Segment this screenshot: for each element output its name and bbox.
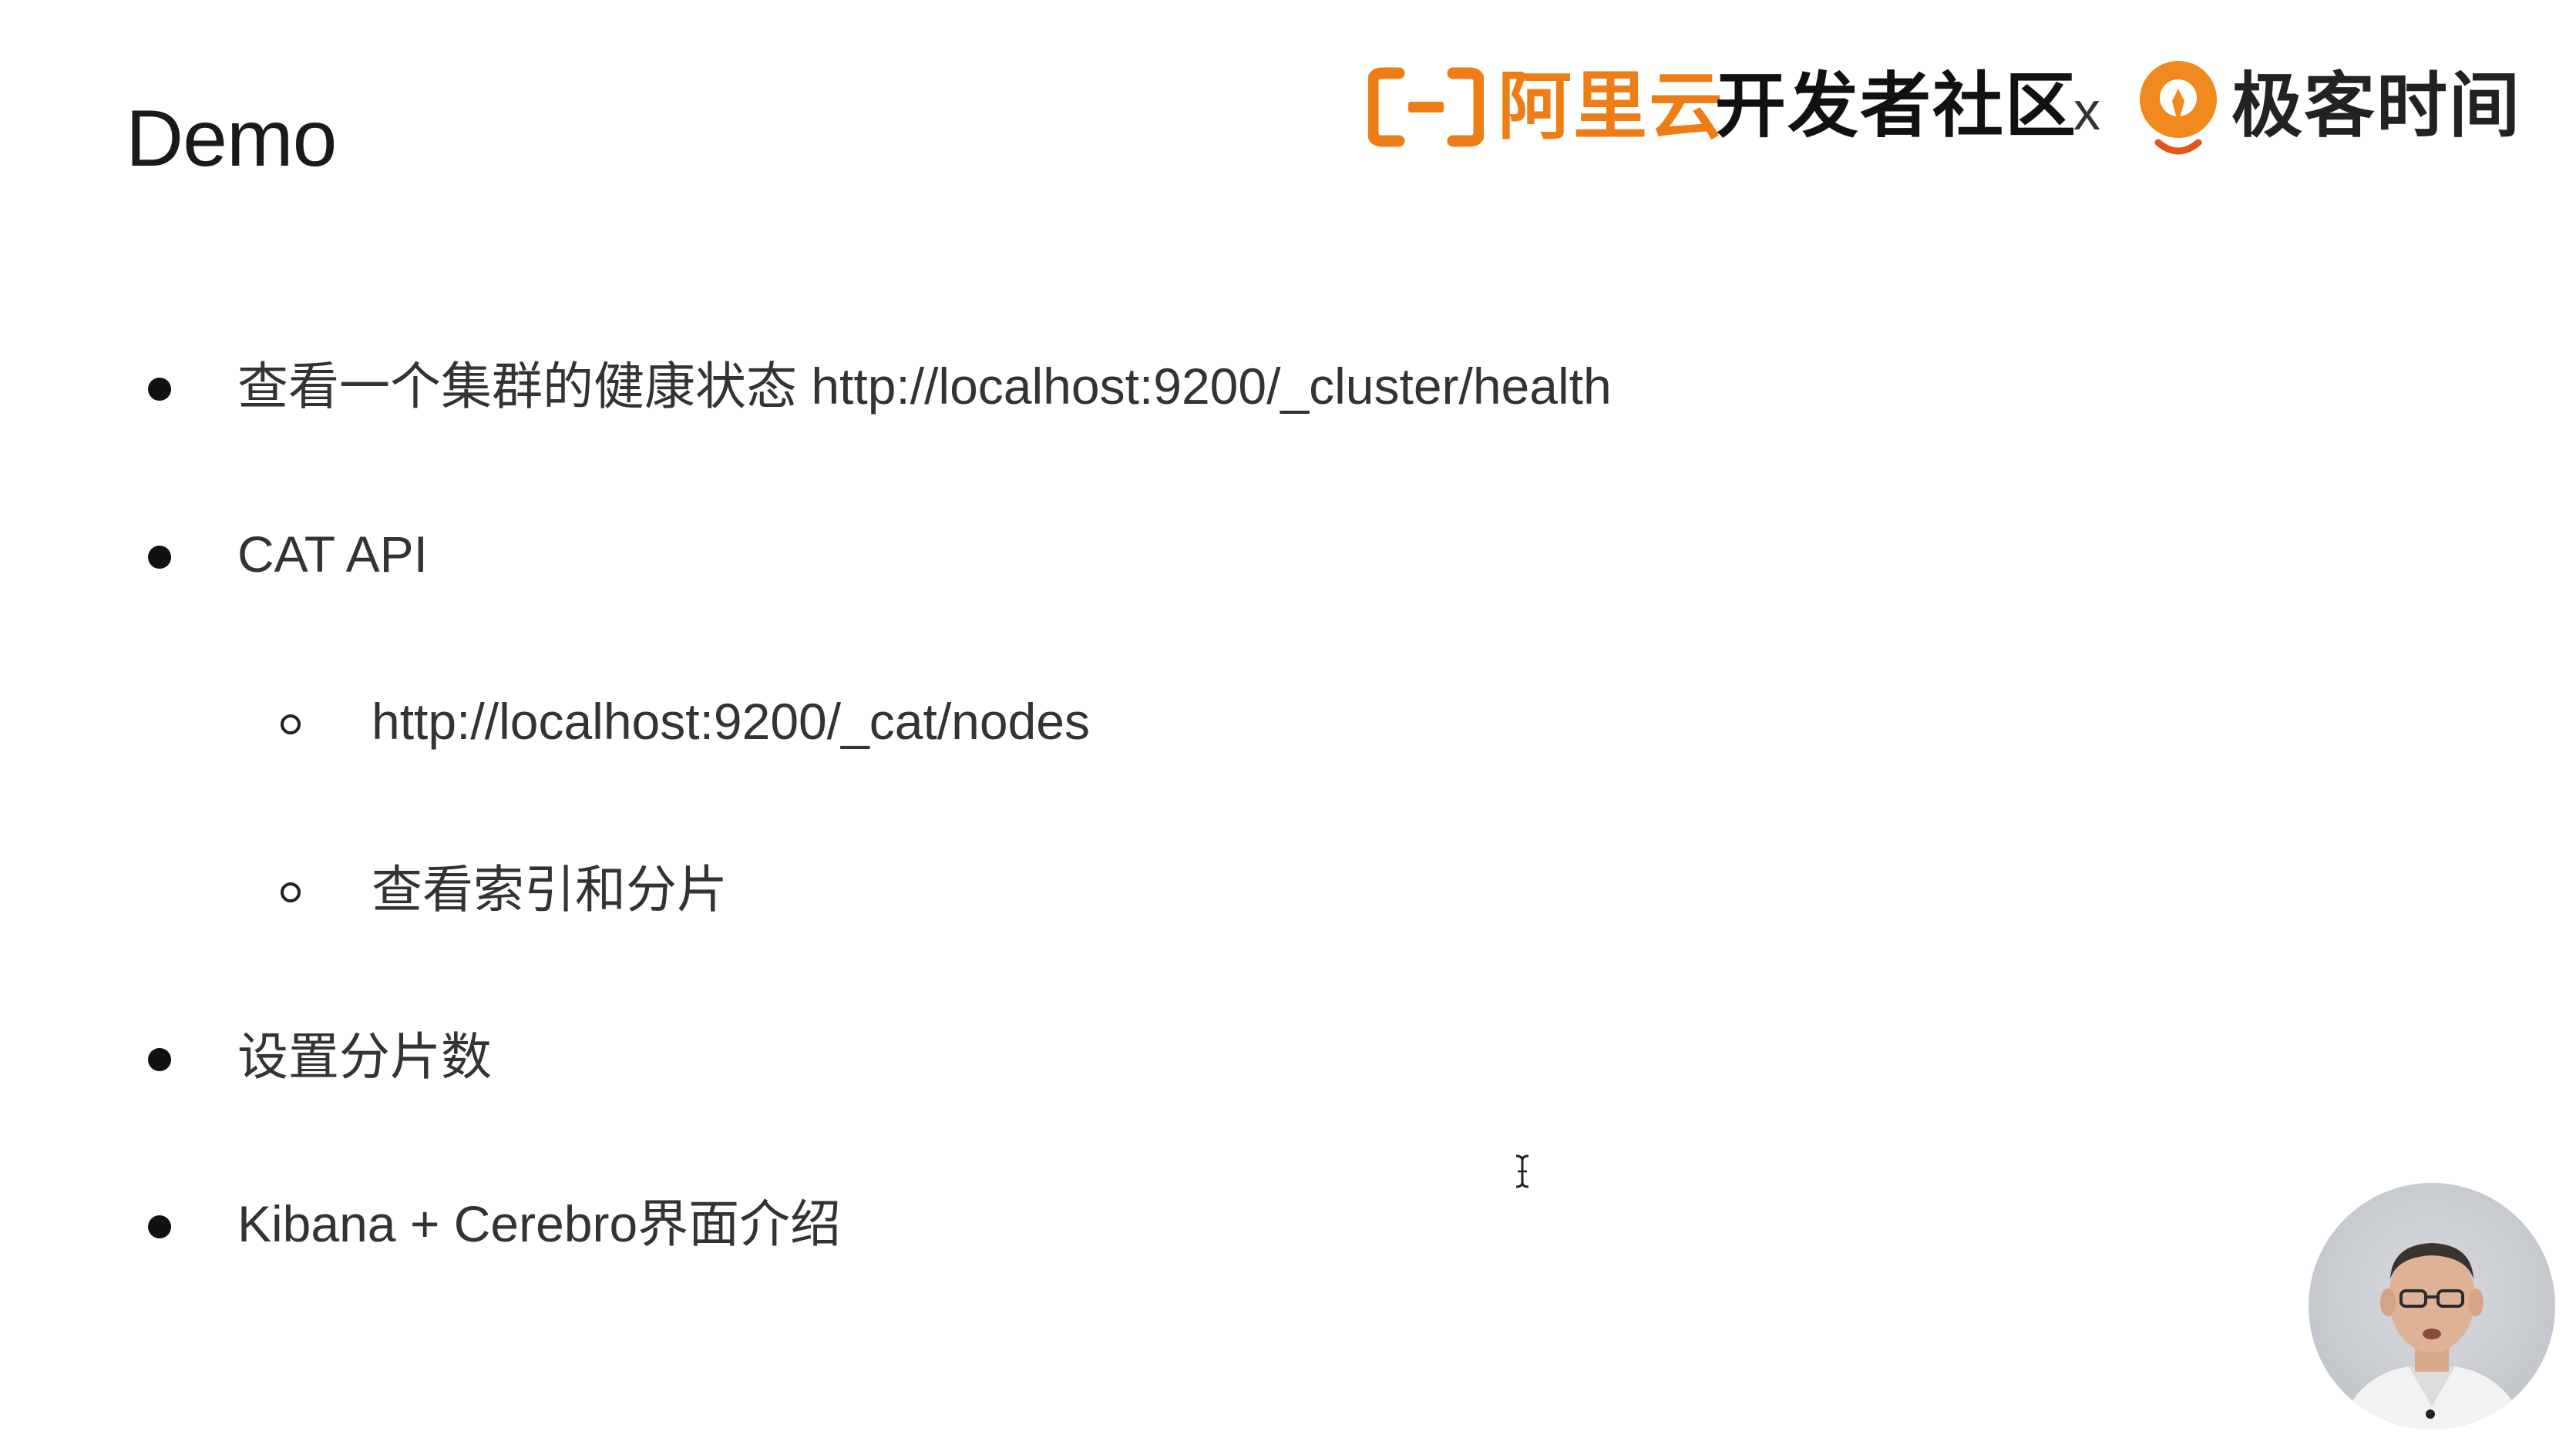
list-item-text: 设置分片数 [237,1028,492,1085]
presenter-webcam [2309,1183,2555,1430]
bullet-marker [148,1048,171,1071]
text-cursor-icon [1515,1154,1529,1188]
list-item-text: 查看一个集群的健康状态 http://localhost:9200/_clust… [237,358,1612,415]
sub-list-item-text: 查看索引和分片 [372,861,728,918]
presenter-avatar-icon [2339,1243,2526,1430]
community-label: 开发者社区 [1715,65,2078,147]
aliyun-brand-text: 阿里云 [1498,63,1724,150]
slide-canvas: Demo 阿里云 开发者社区 x 极客时间 查看一个集群的健康状态 http:/… [0,0,2576,1438]
geek-time-brand-text: 极客时间 [2231,65,2522,147]
bullet-marker [148,1215,171,1238]
sub-list-item: 查看索引和分片 [0,850,1850,935]
sub-bullet-marker [281,714,301,734]
list-item-text: CAT API [237,526,428,583]
bullet-marker [148,378,171,401]
list-item: 查看一个集群的健康状态 http://localhost:9200/_clust… [0,347,1850,432]
aliyun-logo-icon [1368,67,1484,147]
geek-time-logo-icon [2140,61,2217,155]
list-item: Kibana + Cerebro界面介绍 [0,1184,1850,1269]
sub-list-item: http://localhost:9200/_cat/nodes [0,682,1850,767]
slide-title: Demo [126,94,337,183]
list-item: CAT API [0,515,1850,600]
bullet-marker [148,546,171,569]
sub-bullet-marker [281,882,301,902]
list-item-text: Kibana + Cerebro界面介绍 [237,1195,842,1252]
list-item: 设置分片数 [0,1017,1850,1102]
header-logos: 阿里云 开发者社区 x 极客时间 [1368,50,2532,166]
brand-separator: x [2073,81,2100,141]
sub-list-item-text: http://localhost:9200/_cat/nodes [372,693,1090,750]
